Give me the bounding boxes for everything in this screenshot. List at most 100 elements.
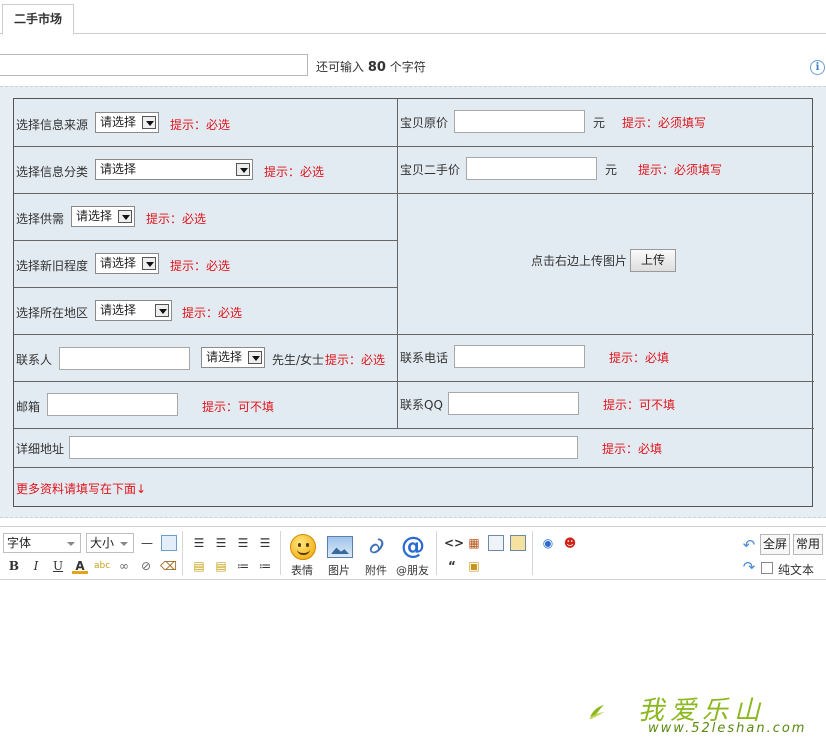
emoji-icon[interactable]: [290, 534, 316, 560]
page-icon[interactable]: [488, 535, 504, 551]
orig-price-label: 宝贝原价: [400, 116, 449, 130]
used-price-input[interactable]: [466, 157, 597, 180]
orig-price-unit: 元: [593, 116, 606, 130]
chevron-down-icon: [118, 210, 132, 223]
lock-icon[interactable]: ▣: [466, 558, 482, 574]
common-button[interactable]: 常用: [793, 534, 823, 555]
table-icon[interactable]: [161, 535, 177, 551]
supply-hint: 提示：必选: [146, 212, 207, 226]
more-info-note: 更多资料请填写在下面↓: [16, 482, 147, 496]
phone-hint: 提示：必填: [609, 351, 670, 365]
download-icon[interactable]: [510, 535, 526, 551]
watermark-url: www.52leshan.com: [648, 721, 807, 736]
chevron-down-icon: [155, 304, 169, 317]
form-table: 选择信息来源 请选择 提示：必选 宝贝原价 元 提示：必须填写 选择信息分类 请…: [13, 98, 814, 507]
float-right-icon[interactable]: ▤: [213, 558, 229, 574]
supply-select[interactable]: 请选择: [71, 206, 135, 227]
condition-hint: 提示：必选: [170, 259, 231, 273]
image-icon[interactable]: [327, 536, 353, 558]
free-icon[interactable]: ▦: [466, 535, 482, 551]
float-left-icon[interactable]: ▤: [191, 558, 207, 574]
unordered-list-icon[interactable]: ≔: [257, 558, 273, 574]
region-label: 选择所在地区: [16, 306, 89, 320]
at-icon[interactable]: @: [400, 533, 426, 559]
email-input[interactable]: [47, 393, 178, 416]
unlink-icon[interactable]: ⊘: [138, 558, 154, 574]
fullscreen-button[interactable]: 全屏: [760, 534, 790, 555]
email-label: 邮箱: [16, 400, 41, 414]
condition-label: 选择新旧程度: [16, 259, 89, 273]
condition-select[interactable]: 请选择: [95, 253, 159, 274]
chevron-down-icon: [248, 351, 262, 364]
emoji-label: 表情: [291, 564, 313, 577]
tab-bar: 二手市场: [0, 0, 826, 35]
attach-label: 附件: [365, 564, 387, 577]
qq-hint: 提示：可不填: [603, 398, 676, 412]
upload-label: 点击右边上传图片: [531, 254, 628, 268]
used-price-label: 宝贝二手价: [400, 163, 461, 177]
link-icon[interactable]: ∞: [116, 558, 132, 574]
quote-icon[interactable]: “: [444, 558, 460, 574]
image-label: 图片: [328, 564, 350, 577]
editor-toolbar: 字体 大小 — B I U A abc ∞ ⊘ ⌫ ☰ ☰ ☰ ☰ ▤ ▤ ≔ …: [0, 526, 826, 580]
address-input[interactable]: [69, 436, 578, 459]
plaintext-label: 纯文本: [778, 563, 815, 577]
orig-price-input[interactable]: [454, 110, 585, 133]
mention-label: @朋友: [396, 564, 429, 577]
contact-hint: 提示：必选: [325, 353, 386, 367]
char-count: 还可输入 80 个字符: [316, 60, 426, 75]
redo-icon[interactable]: ↷: [741, 559, 757, 575]
info-icon[interactable]: i: [810, 60, 825, 75]
used-price-unit: 元: [605, 163, 618, 177]
address-label: 详细地址: [16, 442, 65, 456]
char-count-value: 80: [367, 60, 386, 75]
chevron-down-icon: [236, 163, 250, 176]
category-select[interactable]: 请选择: [95, 159, 253, 180]
orig-price-hint: 提示：必须填写: [622, 116, 707, 130]
contact-title-select[interactable]: 请选择: [201, 347, 265, 368]
address-hint: 提示：必填: [602, 442, 663, 456]
upload-button[interactable]: 上传: [630, 249, 676, 272]
ordered-list-icon[interactable]: ≔: [235, 558, 251, 574]
plaintext-checkbox[interactable]: [761, 562, 773, 574]
align-center-icon[interactable]: ☰: [213, 535, 229, 551]
source-select[interactable]: 请选择: [95, 112, 159, 133]
underline-icon[interactable]: U: [50, 558, 66, 574]
supply-label: 选择供需: [16, 212, 65, 226]
contact-title-suffix: 先生/女士: [272, 353, 325, 367]
chevron-down-icon: [142, 116, 156, 129]
horizontal-rule-icon[interactable]: —: [139, 535, 155, 551]
background-color-icon[interactable]: abc: [94, 558, 110, 574]
title-input[interactable]: [0, 54, 308, 76]
chat-icon[interactable]: ◉: [540, 535, 556, 551]
contact-input[interactable]: [59, 347, 190, 370]
source-label: 选择信息来源: [16, 118, 89, 132]
used-price-hint: 提示：必须填写: [638, 163, 723, 177]
align-left-icon[interactable]: ☰: [191, 535, 207, 551]
region-hint: 提示：必选: [182, 306, 243, 320]
email-hint: 提示：可不填: [202, 400, 275, 414]
bold-icon[interactable]: B: [6, 558, 22, 574]
qq-icon[interactable]: ☻: [562, 535, 578, 551]
qq-input[interactable]: [448, 392, 579, 415]
contact-label: 联系人: [16, 353, 53, 367]
phone-input[interactable]: [454, 345, 585, 368]
phone-label: 联系电话: [400, 351, 449, 365]
category-hint: 提示：必选: [264, 165, 325, 179]
text-color-icon[interactable]: A: [72, 558, 88, 574]
font-select[interactable]: 字体: [3, 533, 81, 553]
category-label: 选择信息分类: [16, 165, 89, 179]
size-select[interactable]: 大小: [86, 533, 134, 553]
justify-icon[interactable]: ☰: [257, 535, 273, 551]
tab-second-hand-market[interactable]: 二手市场: [2, 4, 74, 35]
paperclip-icon[interactable]: ∂: [359, 528, 395, 564]
chevron-down-icon: [142, 257, 156, 270]
italic-icon[interactable]: I: [28, 558, 44, 574]
align-right-icon[interactable]: ☰: [235, 535, 251, 551]
qq-label: 联系QQ: [400, 398, 443, 412]
region-select[interactable]: 请选择: [95, 300, 172, 321]
undo-icon[interactable]: ↶: [741, 537, 757, 553]
code-icon[interactable]: <>: [444, 535, 464, 551]
clear-format-icon[interactable]: ⌫: [160, 558, 177, 574]
source-hint: 提示：必选: [170, 118, 231, 132]
